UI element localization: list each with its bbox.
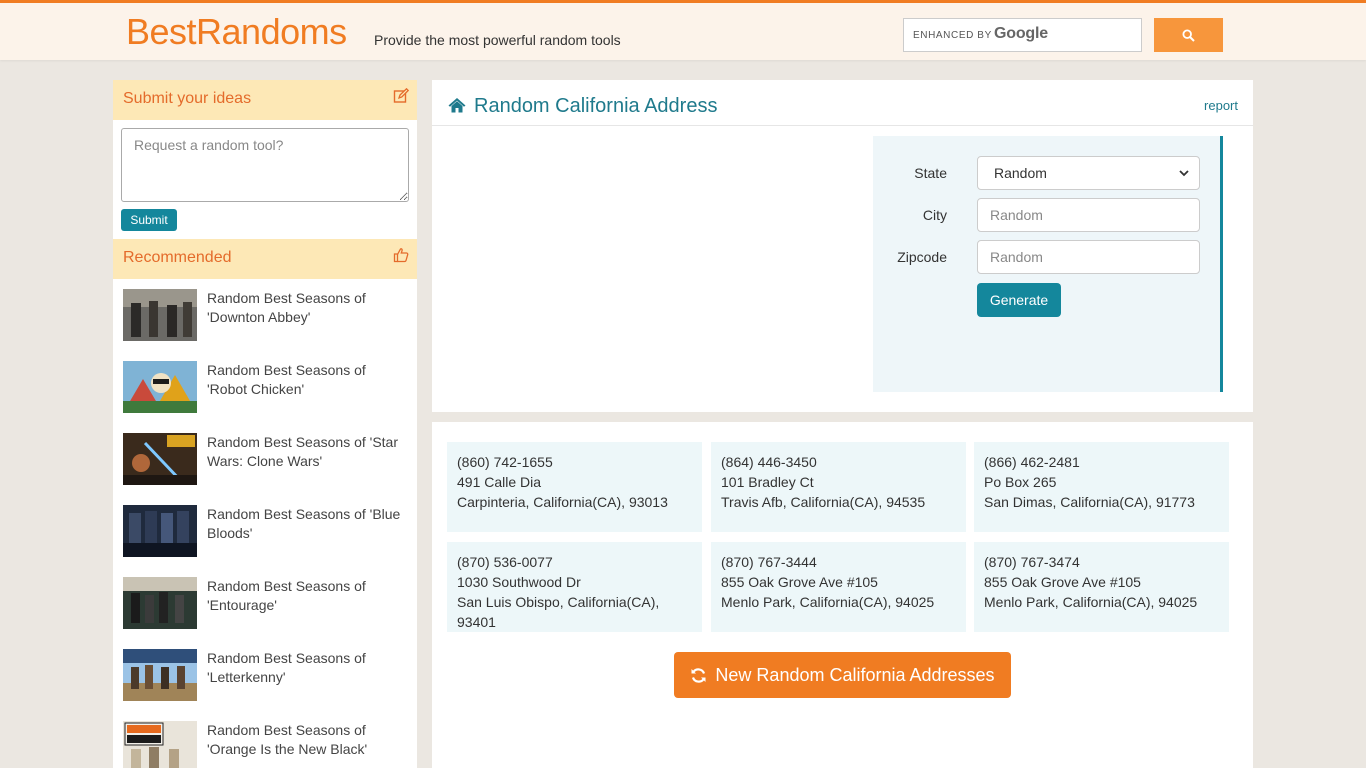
address-street: Po Box 265: [984, 474, 1057, 490]
address-street: 855 Oak Grove Ave #105: [984, 574, 1141, 590]
list-item[interactable]: Random Best Seasons of 'Downton Abbey': [113, 279, 417, 351]
address-street: 855 Oak Grove Ave #105: [721, 574, 878, 590]
address-phone: (866) 462-2481: [984, 454, 1080, 470]
address-form: State Random City Zipcode Generate: [873, 136, 1223, 392]
submit-idea-button[interactable]: Submit: [121, 209, 177, 231]
state-select[interactable]: Random: [977, 156, 1200, 190]
tool-header: Random California Address report: [432, 80, 1253, 126]
address-card: (870) 536-0077 1030 Southwood Dr San Lui…: [447, 542, 702, 632]
sidebar: Submit your ideas Submit Recommended: [113, 80, 417, 768]
site-tagline: Provide the most powerful random tools: [374, 32, 621, 48]
new-addresses-label: New Random California Addresses: [715, 664, 995, 685]
recommended-list: Random Best Seasons of 'Downton Abbey' R…: [113, 279, 417, 768]
list-item[interactable]: Random Best Seasons of 'Star Wars: Clone…: [113, 423, 417, 495]
address-phone: (860) 742-1655: [457, 454, 553, 470]
new-addresses-button[interactable]: New Random California Addresses: [674, 652, 1011, 698]
list-item[interactable]: Random Best Seasons of 'Blue Bloods': [113, 495, 417, 567]
state-label: State: [914, 165, 947, 181]
search-brand-label: Google: [994, 25, 1048, 42]
list-item-label: Random Best Seasons of 'Star Wars: Clone…: [207, 434, 398, 469]
top-header: BestRandoms Provide the most powerful ra…: [0, 0, 1366, 60]
address-phone: (870) 767-3444: [721, 554, 817, 570]
list-item-label: Random Best Seasons of 'Letterkenny': [207, 650, 366, 685]
thumbnail-image: [123, 361, 197, 413]
page-title: Random California Address: [474, 95, 718, 117]
results-panel: (860) 742-1655 491 Calle Dia Carpinteria…: [432, 422, 1253, 768]
list-item-label: Random Best Seasons of 'Orange Is the Ne…: [207, 722, 368, 757]
state-selected-value: Random: [994, 165, 1047, 181]
thumbnail-image: [123, 505, 197, 557]
thumbnail-image: [123, 649, 197, 701]
tool-panel: Random California Address report State R…: [432, 80, 1253, 412]
submit-ideas-title: Submit your ideas: [123, 90, 252, 107]
search-enhanced-label: ENHANCED BY: [913, 30, 992, 41]
list-item[interactable]: Random Best Seasons of 'Entourage': [113, 567, 417, 639]
thumbnail-image: [123, 433, 197, 485]
address-phone: (870) 536-0077: [457, 554, 553, 570]
home-icon: [448, 97, 466, 116]
address-city-line: San Dimas, California(CA), 91773: [984, 494, 1195, 510]
address-card: (870) 767-3474 855 Oak Grove Ave #105 Me…: [974, 542, 1229, 632]
address-card: (870) 767-3444 855 Oak Grove Ave #105 Me…: [711, 542, 966, 632]
address-card: (866) 462-2481 Po Box 265 San Dimas, Cal…: [974, 442, 1229, 532]
zipcode-label: Zipcode: [897, 249, 947, 265]
city-input[interactable]: [977, 198, 1200, 232]
refresh-icon: [691, 667, 706, 683]
address-city-line: Menlo Park, California(CA), 94025: [721, 594, 935, 610]
list-item[interactable]: Random Best Seasons of 'Robot Chicken': [113, 351, 417, 423]
list-item-label: Random Best Seasons of 'Entourage': [207, 578, 366, 613]
address-street: 491 Calle Dia: [457, 474, 542, 490]
address-street: 101 Bradley Ct: [721, 474, 814, 490]
address-street: 1030 Southwood Dr: [457, 574, 581, 590]
search-button[interactable]: [1154, 18, 1223, 52]
generate-button[interactable]: Generate: [977, 283, 1061, 317]
address-card: (860) 742-1655 491 Calle Dia Carpinteria…: [447, 442, 702, 532]
city-label: City: [922, 207, 947, 223]
address-city-line: Travis Afb, California(CA), 94535: [721, 494, 926, 510]
list-item-label: Random Best Seasons of 'Robot Chicken': [207, 362, 366, 397]
thumbnail-image: [123, 289, 197, 341]
list-item-label: Random Best Seasons of 'Downton Abbey': [207, 290, 366, 325]
address-city-line: Carpinteria, California(CA), 93013: [457, 494, 668, 510]
list-item-label: Random Best Seasons of 'Blue Bloods': [207, 506, 401, 541]
list-item[interactable]: Random Best Seasons of 'Orange Is the Ne…: [113, 711, 417, 768]
edit-icon: [393, 87, 410, 107]
site-logo[interactable]: BestRandoms: [126, 11, 347, 53]
address-city-line: Menlo Park, California(CA), 94025: [984, 594, 1198, 610]
thumbnail-image: [123, 721, 197, 768]
list-item[interactable]: Random Best Seasons of 'Letterkenny': [113, 639, 417, 711]
chevron-down-icon: [1179, 169, 1189, 176]
recommended-header: Recommended: [113, 239, 417, 279]
address-card: (864) 446-3450 101 Bradley Ct Travis Afb…: [711, 442, 966, 532]
search-input[interactable]: ENHANCED BY Google: [903, 18, 1142, 52]
thumbs-up-icon: [393, 247, 409, 266]
address-city-line: San Luis Obispo, California(CA), 93401: [457, 594, 660, 630]
submit-ideas-header: Submit your ideas: [113, 80, 417, 120]
report-link[interactable]: report: [1204, 98, 1238, 113]
idea-request-textarea[interactable]: [121, 128, 409, 202]
recommended-title: Recommended: [123, 249, 232, 266]
thumbnail-image: [123, 577, 197, 629]
address-phone: (870) 767-3474: [984, 554, 1080, 570]
address-phone: (864) 446-3450: [721, 454, 817, 470]
search-icon: [1182, 28, 1195, 42]
zipcode-input[interactable]: [977, 240, 1200, 274]
